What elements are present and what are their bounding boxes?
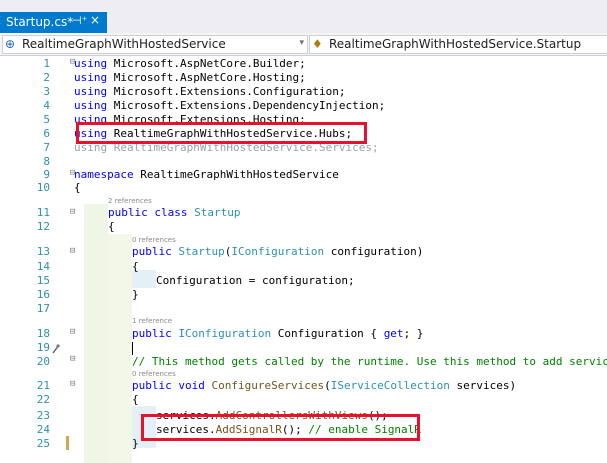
code-line: public IConfiguration Configuration { ge… <box>132 327 424 340</box>
line-number: 15 <box>36 274 50 287</box>
class-dropdown-label: RealtimeGraphWithHostedService.Startup <box>329 37 582 51</box>
line-number-gutter: 1 2 3 4 5 6 7 8 9 10 11 12 13 14 15 16 1… <box>0 56 56 463</box>
code-editor[interactable]: using Microsoft.AspNetCore.Builder; usin… <box>74 56 607 463</box>
line-number: 25 <box>36 437 50 450</box>
line-number: 24 <box>36 423 50 436</box>
line-number: 11 <box>36 206 50 219</box>
navigation-bar: ⊕ RealtimeGraphWithHostedService ▾ ♦ Rea… <box>0 33 607 56</box>
line-number: 10 <box>36 181 50 194</box>
code-line: public class Startup <box>108 206 241 219</box>
codelens-references[interactable]: 1 reference <box>132 317 172 325</box>
code-line: using Microsoft.AspNetCore.Builder; <box>74 57 306 70</box>
line-number: 16 <box>36 288 50 301</box>
code-line: { <box>132 260 139 273</box>
tab-startup-cs[interactable]: Startup.cs* ⊣⁺ × <box>0 12 107 33</box>
line-number: 1 <box>43 57 50 70</box>
line-number: 3 <box>43 85 50 98</box>
code-line: { <box>108 220 115 233</box>
code-comment: // This method gets called by the runtim… <box>132 355 607 368</box>
line-number: 20 <box>36 355 50 368</box>
line-number: 6 <box>43 127 50 140</box>
code-line: { <box>74 181 81 194</box>
line-number: 21 <box>36 379 50 392</box>
line-number: 22 <box>36 393 50 406</box>
line-number: 18 <box>36 327 50 340</box>
highlight-box-using-hubs <box>76 122 367 144</box>
code-line: public void ConfigureServices(IServiceCo… <box>132 379 517 392</box>
project-dropdown[interactable]: ⊕ RealtimeGraphWithHostedService ▾ <box>2 35 308 54</box>
line-number: 17 <box>36 302 50 315</box>
project-dropdown-label: RealtimeGraphWithHostedService <box>22 37 226 51</box>
tab-title: Startup.cs* <box>6 15 74 29</box>
line-number: 13 <box>36 245 50 258</box>
codelens-references[interactable]: 0 references <box>132 236 176 244</box>
code-line: { <box>132 393 139 406</box>
class-dropdown[interactable]: ♦ RealtimeGraphWithHostedService.Startup <box>309 35 607 54</box>
document-tab-strip: Startup.cs* ⊣⁺ × <box>0 0 607 33</box>
code-line: using Microsoft.Extensions.DependencyInj… <box>74 99 386 112</box>
code-line: using Microsoft.Extensions.Configuration… <box>74 85 346 98</box>
change-marker <box>66 436 69 450</box>
line-number: 12 <box>36 220 50 233</box>
code-line: } <box>132 288 139 301</box>
codelens-references[interactable]: 0 references <box>132 370 176 378</box>
line-number: 23 <box>36 409 50 422</box>
csharp-project-icon: ⊕ <box>5 37 16 51</box>
dropdown-arrow-icon: ▾ <box>299 38 304 48</box>
pin-icon[interactable]: ⊣⁺ <box>72 14 87 27</box>
code-line: public Startup(IConfiguration configurat… <box>132 245 424 258</box>
code-line: namespace RealtimeGraphWithHostedService <box>74 168 339 181</box>
line-number: 14 <box>36 260 50 273</box>
line-number: 2 <box>43 71 50 84</box>
class-icon: ♦ <box>312 37 323 51</box>
lightbulb-icon[interactable] <box>52 339 60 354</box>
close-icon[interactable]: × <box>90 13 100 27</box>
line-number: 5 <box>43 113 50 126</box>
code-line: using Microsoft.AspNetCore.Hosting; <box>74 71 306 84</box>
line-number: 19 <box>36 341 50 354</box>
line-number: 4 <box>43 99 50 112</box>
code-line: Configuration = configuration; <box>156 274 355 287</box>
line-number: 7 <box>43 141 50 154</box>
highlight-box-addsignalr <box>141 414 420 441</box>
codelens-references[interactable]: 2 references <box>108 197 152 205</box>
code-line: } <box>132 437 139 450</box>
